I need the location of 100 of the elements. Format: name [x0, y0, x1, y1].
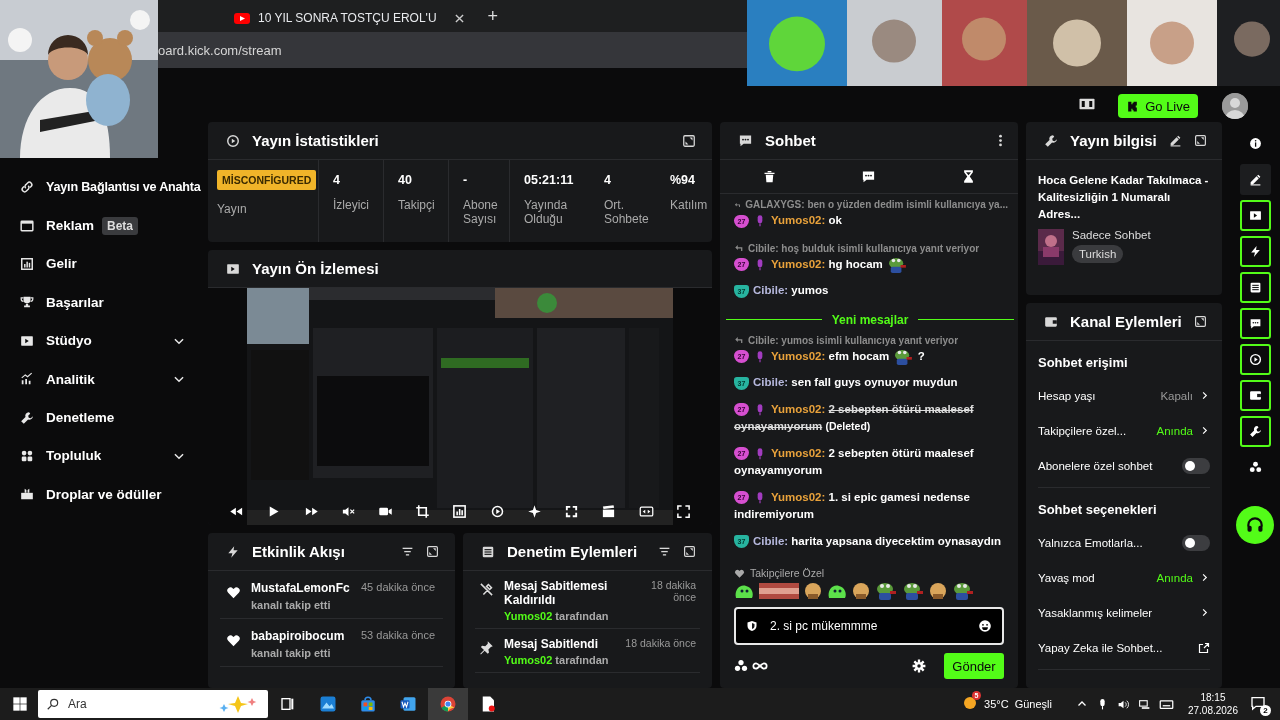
expand-icon[interactable] — [682, 133, 696, 148]
toggle-switch[interactable] — [1182, 534, 1210, 551]
rail-button[interactable] — [1239, 344, 1271, 375]
username[interactable]: babapiroibocum — [251, 629, 351, 643]
username[interactable]: Yumos02: — [771, 350, 826, 363]
replay-icon[interactable] — [489, 504, 505, 519]
language-tag[interactable]: Turkish — [1072, 245, 1124, 263]
stat-value: %94 — [670, 173, 697, 188]
reply-context: Cibile: yumos isimli kullanıcıya yanıt veriyor — [748, 334, 959, 346]
username[interactable]: Yumos02: — [771, 403, 826, 416]
expand-icon[interactable] — [426, 545, 439, 558]
send-button[interactable]: Gönder — [944, 653, 1004, 679]
clapper-icon[interactable] — [601, 504, 617, 519]
emote-icon — [952, 582, 974, 600]
mute-icon[interactable] — [340, 504, 356, 519]
edit-icon[interactable] — [1168, 134, 1182, 147]
search-field[interactable]: Ara — [38, 690, 268, 718]
setting-label: Yalnızca Emotlarla... — [1038, 536, 1144, 549]
sidebar-item[interactable]: Analitik — [46, 371, 95, 387]
status-tag: MİSCONFİGURED — [217, 170, 317, 190]
wrench-icon — [20, 410, 34, 425]
browser-tab[interactable]: 10 YIL SONRA TOSTÇU EROL'U — [224, 4, 474, 32]
swap-icon[interactable] — [638, 504, 654, 519]
sparkle-icon[interactable] — [526, 504, 542, 519]
photos-icon[interactable] — [319, 695, 337, 713]
sidebar-item[interactable]: Topluluk — [46, 448, 102, 464]
rail-button[interactable] — [1239, 164, 1271, 195]
setting-value[interactable]: Anında — [1156, 571, 1193, 584]
expand-icon[interactable] — [1193, 315, 1207, 328]
emote-icon — [875, 582, 897, 600]
chart-icon[interactable] — [452, 504, 468, 519]
username[interactable]: Yumos02: — [771, 214, 826, 227]
chat-icon[interactable] — [861, 169, 877, 184]
username[interactable]: Yumos02: — [771, 258, 826, 271]
go-live-button[interactable]: Go Live — [1118, 94, 1198, 118]
trash-icon[interactable] — [762, 169, 778, 184]
clock-date: 27.08.2026 — [1187, 704, 1238, 717]
bolt-icon — [1248, 245, 1262, 258]
username[interactable]: Cibile: — [753, 535, 789, 547]
close-icon[interactable] — [454, 13, 464, 23]
sidebar-item[interactable]: Gelir — [46, 256, 77, 272]
username[interactable]: MustafaLemonFc — [251, 581, 351, 595]
list-icon — [1248, 281, 1262, 294]
kick-logo-icon — [1126, 99, 1140, 113]
rail-button[interactable] — [1239, 416, 1271, 447]
store-icon[interactable] — [359, 695, 377, 713]
new-tab-button[interactable]: + — [487, 5, 499, 27]
username[interactable]: Cibile: — [753, 284, 789, 297]
sidebar-item[interactable]: Droplar ve ödüller — [46, 486, 162, 502]
emoji-icon[interactable] — [978, 619, 992, 633]
setting-label[interactable]: Yapay Zeka ile Sohbet... — [1038, 641, 1192, 654]
rail-button[interactable] — [1239, 200, 1271, 231]
rail-button[interactable] — [1239, 272, 1271, 303]
setting-value[interactable]: Kapalı — [1160, 389, 1193, 402]
sidebar-item[interactable]: Yayın Bağlantısı ve Anahta — [46, 180, 201, 195]
rail-button[interactable] — [1239, 380, 1271, 411]
sun-icon — [962, 695, 979, 711]
notification-icon[interactable] — [1250, 695, 1266, 711]
pin-icon — [479, 640, 494, 655]
username[interactable]: Yumos02: — [771, 447, 826, 460]
sidebar-item[interactable]: Başarılar — [46, 294, 104, 310]
expand-icon[interactable] — [683, 545, 696, 558]
filter-icon[interactable] — [401, 545, 414, 558]
cluster-icon[interactable] — [734, 659, 748, 673]
chat-input[interactable]: 2. si pc mükemmme — [734, 607, 1004, 645]
username[interactable]: Yumos02: — [771, 491, 826, 504]
notification-count: 2 — [1260, 705, 1271, 716]
event-description: kanalı takip etti — [251, 647, 332, 659]
setting-value[interactable]: Anında — [1156, 424, 1193, 437]
crop-icon[interactable] — [415, 504, 431, 519]
expand-icon[interactable] — [564, 504, 580, 519]
avatar[interactable] — [1222, 93, 1248, 119]
sidebar-item[interactable]: Stüdyo — [46, 333, 92, 349]
bolt-icon — [226, 544, 240, 559]
browser-app-icon[interactable] — [439, 695, 457, 713]
username[interactable]: Cibile: — [753, 376, 789, 389]
network-icon[interactable] — [1137, 697, 1151, 711]
sidebar-item[interactable]: Reklam — [46, 218, 95, 234]
section-title: Sohbet seçenekleri — [1038, 501, 1158, 519]
settings-icon[interactable] — [912, 659, 926, 673]
emote-icon — [902, 582, 924, 600]
toggle-switch[interactable] — [1182, 457, 1210, 474]
rail-button[interactable] — [1239, 236, 1271, 267]
setting-label[interactable]: Yasaklanmış kelimeler — [1038, 606, 1193, 619]
fullscreen-icon[interactable] — [675, 504, 691, 519]
rail-button[interactable] — [1239, 308, 1271, 339]
filter-icon[interactable] — [658, 545, 671, 558]
address-field[interactable]: oard.kick.com/stream — [158, 42, 282, 58]
event-time: 45 dakika önce — [361, 581, 435, 595]
category-name[interactable]: Sadece Sohbet — [1072, 229, 1151, 241]
external-link-icon[interactable] — [1198, 641, 1210, 654]
unpin-icon — [479, 582, 494, 597]
expand-icon[interactable] — [1193, 134, 1207, 147]
heart-icon — [226, 633, 241, 648]
sidebar-item[interactable]: Denetleme — [46, 410, 115, 426]
document-app-icon[interactable] — [399, 695, 417, 713]
support-button[interactable] — [1236, 506, 1274, 544]
video-icon — [226, 261, 240, 276]
windows-logo-icon[interactable] — [12, 696, 28, 712]
panel-title: Denetim Eylemleri — [507, 543, 639, 560]
